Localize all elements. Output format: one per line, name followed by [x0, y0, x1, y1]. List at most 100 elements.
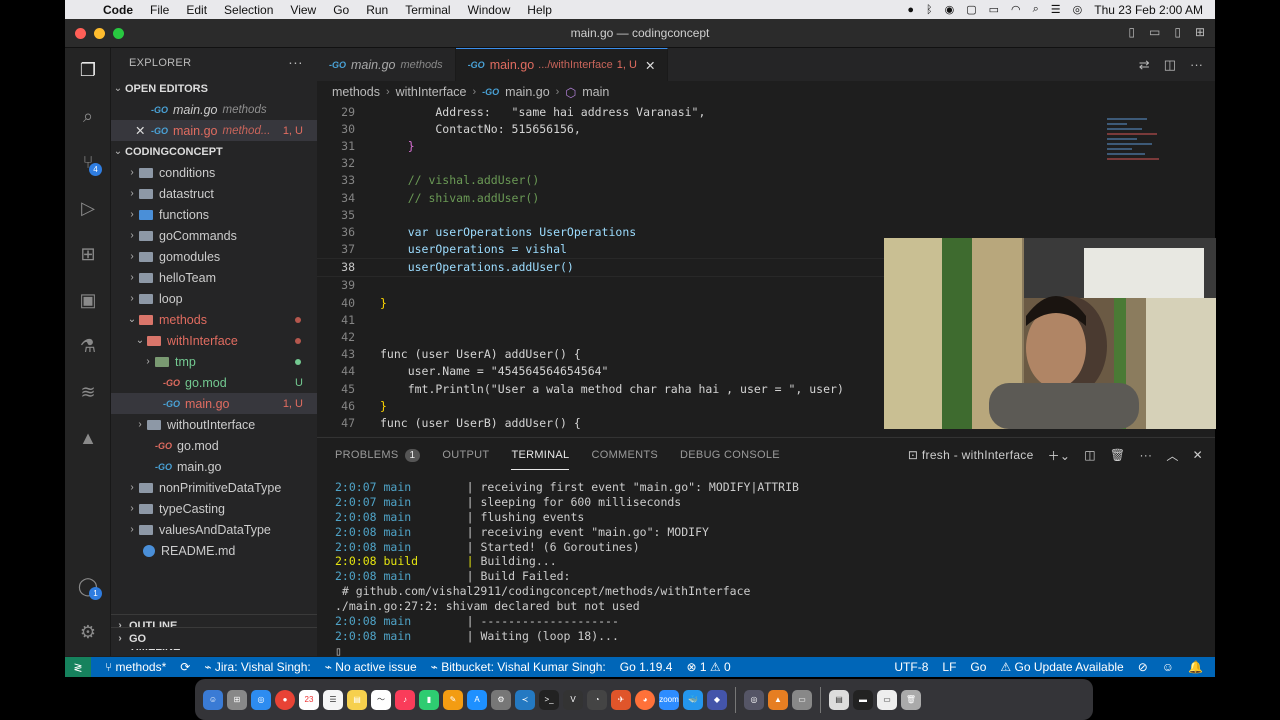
menu-terminal[interactable]: Terminal	[405, 3, 450, 17]
breadcrumb-item[interactable]: main.go	[505, 85, 549, 99]
app-icon[interactable]: ◆	[707, 689, 727, 710]
open-editor-item[interactable]: -GO main.go methods	[111, 99, 317, 120]
safari-icon[interactable]: ◎	[251, 689, 271, 710]
atlassian-icon[interactable]: ▲	[76, 426, 100, 450]
search-icon[interactable]: ⌕	[1033, 3, 1039, 16]
tree-item-main-go[interactable]: -GO main.go 1, U	[111, 393, 317, 414]
vim-icon[interactable]: V	[563, 689, 583, 710]
close-icon[interactable]: ✕	[135, 123, 151, 138]
jira-status[interactable]: ⌁ Jira: Vishal Singh:	[204, 660, 310, 674]
github-desktop-icon[interactable]: ◔	[587, 689, 607, 710]
menu-edit[interactable]: Edit	[186, 3, 207, 17]
tree-item-typecasting[interactable]: › typeCasting	[111, 498, 317, 519]
testing-icon[interactable]: ⚗	[76, 334, 100, 358]
open-editor-item-active[interactable]: ✕ -GO main.go method... 1, U	[111, 120, 317, 141]
user-icon[interactable]: ◉	[945, 3, 955, 16]
notes-icon[interactable]: ▤	[347, 689, 367, 710]
notifications-bell-icon[interactable]: 🔔	[1188, 660, 1203, 674]
menu-view[interactable]: View	[290, 3, 316, 17]
more-actions-icon[interactable]: ···	[1190, 57, 1203, 72]
tree-item-loop[interactable]: › loop	[111, 288, 317, 309]
customize-layout-icon[interactable]: ⊞	[1195, 25, 1205, 39]
tree-item-withoutinterface[interactable]: › withoutInterface	[111, 414, 317, 435]
toggle-sidebar-icon[interactable]: ▯	[1128, 25, 1135, 39]
open-editors-section[interactable]: ⌄ OPEN EDITORS	[111, 78, 317, 99]
tab-main-go-withinterface[interactable]: -GO main.go .../withInterface 1, U ✕	[455, 48, 669, 81]
app-icon[interactable]: ▲	[768, 689, 788, 710]
tree-item-gomodules[interactable]: › gomodules	[111, 246, 317, 267]
finder-icon[interactable]: ☺	[203, 689, 223, 710]
compare-changes-icon[interactable]: ⇄	[1139, 57, 1150, 73]
toggle-secondary-sidebar-icon[interactable]: ▯	[1174, 25, 1181, 39]
tab-debug-console[interactable]: DEBUG CONSOLE	[680, 449, 780, 461]
tree-item-nonprimitive[interactable]: › nonPrimitiveDataType	[111, 477, 317, 498]
zoom-icon[interactable]: zoom	[659, 689, 679, 710]
siri-icon[interactable]: ◎	[1073, 3, 1083, 16]
docker-icon[interactable]: 🐳	[683, 689, 703, 710]
sync-icon[interactable]: ⟳	[180, 660, 190, 674]
firefox-icon[interactable]: ◕	[635, 689, 655, 710]
terminal-output[interactable]: 2:0:07 main | receiving first event "mai…	[335, 480, 1205, 659]
terminal-instance[interactable]: ⊡ fresh - withInterface	[908, 448, 1034, 462]
window-thumbnail-icon[interactable]: ▬	[853, 689, 873, 710]
menu-window[interactable]: Window	[468, 3, 511, 17]
tree-item-tmp[interactable]: › tmp	[111, 351, 317, 372]
postman-icon[interactable]: ✈	[611, 689, 631, 710]
close-panel-icon[interactable]: ✕	[1193, 448, 1203, 462]
tab-problems[interactable]: PROBLEMS 1	[335, 448, 421, 462]
tree-item-gocommands[interactable]: › goCommands	[111, 225, 317, 246]
problems-status[interactable]: ⊗ 1 ⚠ 0	[686, 660, 730, 674]
go-section[interactable]: › GO	[111, 627, 317, 649]
search-icon[interactable]: ⌕	[76, 104, 100, 128]
close-window-button[interactable]	[75, 28, 86, 39]
breadcrumb-item[interactable]: main	[582, 85, 609, 99]
run-debug-icon[interactable]: ▷	[76, 196, 100, 220]
tab-output[interactable]: OUTPUT	[442, 449, 489, 461]
tab-terminal[interactable]: TERMINAL	[511, 449, 570, 470]
control-center-icon[interactable]: ☰	[1051, 3, 1061, 16]
tree-item-methods[interactable]: ⌄ methods	[111, 309, 317, 330]
remote-explorer-icon[interactable]: ▣	[76, 288, 100, 312]
split-terminal-icon[interactable]: ◫	[1084, 448, 1096, 462]
menu-help[interactable]: Help	[527, 3, 552, 17]
tab-main-go-methods[interactable]: -GO main.go methods	[317, 48, 456, 81]
remote-indicator-icon[interactable]: ≷	[65, 657, 91, 677]
feedback-icon[interactable]: ☺	[1162, 660, 1174, 674]
more-actions-icon[interactable]: ···	[1139, 448, 1152, 462]
more-actions-icon[interactable]: ···	[288, 54, 303, 70]
encoding-status[interactable]: UTF-8	[894, 660, 928, 674]
toggle-panel-icon[interactable]: ▭	[1149, 25, 1160, 39]
issue-status[interactable]: ⌁ No active issue	[325, 660, 417, 674]
tab-comments[interactable]: COMMENTS	[591, 449, 658, 461]
tree-item-readme[interactable]: README.md	[111, 540, 317, 561]
trash-icon[interactable]: 🗑	[901, 689, 921, 710]
record-icon[interactable]: ●	[907, 4, 914, 16]
tree-item-values[interactable]: › valuesAndDataType	[111, 519, 317, 540]
breadcrumb-item[interactable]: withInterface	[396, 85, 467, 99]
app-store-icon[interactable]: A	[467, 689, 487, 710]
document-icon[interactable]: ▤	[829, 689, 849, 710]
go-version[interactable]: Go 1.19.4	[620, 660, 673, 674]
menu-file[interactable]: File	[150, 3, 169, 17]
preview-icon[interactable]: ▭	[792, 689, 812, 710]
pages-icon[interactable]: ✎	[443, 689, 463, 710]
music-icon[interactable]: ♪	[395, 689, 415, 710]
numbers-icon[interactable]: ▮	[419, 689, 439, 710]
split-editor-icon[interactable]: ◫	[1164, 57, 1176, 73]
system-settings-icon[interactable]: ⚙	[491, 689, 511, 710]
minimap[interactable]	[1107, 118, 1167, 228]
menubar-clock[interactable]: Thu 23 Feb 2:00 AM	[1094, 3, 1203, 17]
source-control-icon[interactable]: ⑂ 4	[76, 150, 102, 176]
go-update-status[interactable]: ⚠ Go Update Available	[1000, 660, 1123, 674]
tree-item-conditions[interactable]: › conditions	[111, 162, 317, 183]
settings-gear-icon[interactable]: ⚙	[76, 620, 100, 644]
quicktime-icon[interactable]: ◎	[744, 689, 764, 710]
close-icon[interactable]: ✕	[645, 58, 655, 73]
explorer-icon[interactable]: ❐	[76, 58, 100, 82]
tree-item-withinterface[interactable]: ⌄ withInterface	[111, 330, 317, 351]
minimize-window-button[interactable]	[94, 28, 105, 39]
branch-status[interactable]: ⑂ methods*	[105, 660, 166, 674]
menu-run[interactable]: Run	[366, 3, 388, 17]
extensions-icon[interactable]: ⊞	[76, 242, 100, 266]
bluetooth-icon[interactable]: ᛒ	[926, 4, 933, 16]
